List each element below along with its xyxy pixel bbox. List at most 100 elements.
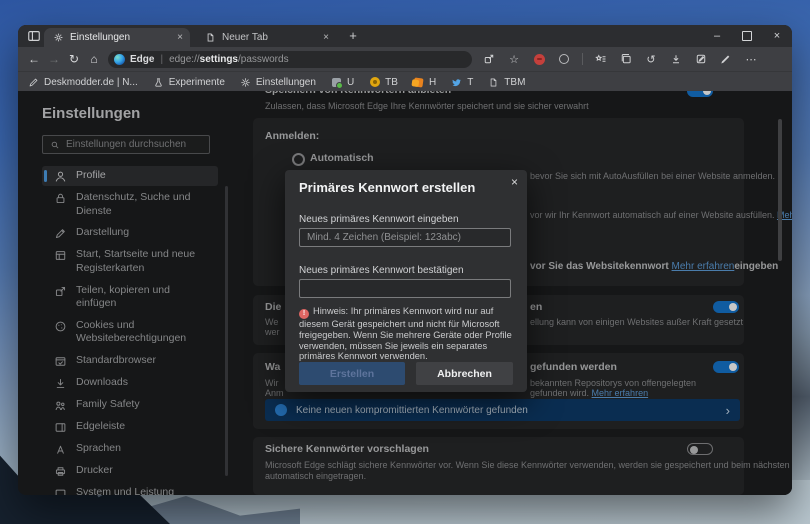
toolbar-divider [582,53,583,65]
dialog-title: Primäres Kennwort erstellen [299,180,476,195]
sidebar-item-downloads[interactable]: Downloads [42,373,218,393]
share-icon[interactable] [480,50,498,68]
hint-text: Hinweis: Ihr primäres Kennwort wird nur … [299,306,512,362]
tab-close-icon[interactable]: × [172,32,188,43]
bookmark-item[interactable]: Deskmodder.de | N... [28,77,138,88]
history-icon[interactable]: ↺ [642,50,660,68]
tab-close-icon[interactable]: × [318,32,334,43]
radio-automatisch[interactable] [292,153,305,166]
edgebar-icon [54,421,67,434]
family-icon [54,399,67,412]
bookmark-item[interactable]: T [451,77,473,88]
edge-logo-icon [114,53,125,65]
search-placeholder: Einstellungen durchsuchen [66,139,187,150]
downloads-icon [54,377,67,390]
bookmark-item[interactable]: U [331,76,355,89]
extension-red-icon[interactable] [530,50,548,68]
confirm-password-input[interactable] [299,279,511,298]
bookmark-item[interactable]: H [413,77,436,88]
url-section: settings [199,53,238,65]
bookmark-label: U [346,76,355,88]
save-passwords-toggle[interactable] [687,91,713,97]
sidebar-item-edgeleiste[interactable]: Edgeleiste [42,417,218,437]
mehr-erfahren-link[interactable]: Mehr erfahren [592,388,649,398]
sidebar-item-label: Downloads [76,376,128,389]
error-info-icon: ! [299,309,309,319]
default-browser-icon [54,355,67,368]
suggest-passwords-toggle[interactable] [687,443,713,455]
bookmark-item[interactable]: TBM [488,77,525,88]
tab-einstellungen[interactable]: Einstellungen × [44,28,190,47]
sidebar-item-teilen-kopieren-und-einf-gen[interactable]: Teilen, kopieren und einfügen [42,281,218,314]
bookmark-item[interactable]: Einstellungen [240,77,316,88]
search-icon [51,141,59,148]
person-icon [54,170,67,183]
downloads-icon[interactable] [667,50,685,68]
gear-icon [240,77,251,88]
suggest-desc1: Microsoft Edge schlägt sichere Kennwörte… [265,460,792,470]
pen-tool-icon[interactable] [717,50,735,68]
extension-swirl-icon[interactable] [555,50,573,68]
sidebar-item-system-und-leistung[interactable]: System und Leistung [42,483,218,495]
close-button[interactable]: × [762,25,792,47]
new-password-input[interactable]: Mind. 4 Zeichen (Beispiel: 123abc) [299,228,511,247]
page-icon [488,77,499,88]
sidebar-item-label: Start, Startseite und neue Registerkarte… [76,248,196,274]
sidebar-item-profile[interactable]: Profile [42,166,218,186]
info-circle-icon [275,404,287,416]
mehr-erfahren-link[interactable]: Mehr erfahren [672,261,735,272]
minimize-button[interactable]: – [702,25,732,47]
search-input[interactable]: Einstellungen durchsuchen [42,135,210,154]
show-password-toggle[interactable] [713,301,739,313]
address-bar[interactable]: Edge | edge://settings/passwords [108,50,472,68]
sidebar-item-drucker[interactable]: Drucker [42,461,218,481]
suggest-desc2: automatisch eingetragen. [265,471,367,481]
no-compromised-passwords-banner[interactable]: Keine neuen kompromittierten Kennwörter … [265,399,740,421]
sidebar-item-family-safety[interactable]: Family Safety [42,395,218,415]
favorites-icon[interactable]: ☆ [505,50,523,68]
forward-icon[interactable]: → [44,49,64,69]
flask-icon [153,77,164,88]
site-brand: Edge [130,53,155,65]
tab-workspaces-icon[interactable] [27,29,41,43]
collections-icon[interactable] [617,50,635,68]
sidebar-item-label: Standardbrowser [76,354,156,367]
sidebar-item-label: Cookies und Websiteberechtigungen [76,318,187,345]
appearance-icon [54,227,67,240]
anmelden-label: Anmelden: [265,130,320,142]
sidebar-scrollbar[interactable] [225,186,228,476]
show-password-desc-right: ellung kann von einigen Websites außer K… [530,317,743,327]
pen-icon [28,77,39,88]
sidebar-item-darstellung[interactable]: Darstellung [42,223,218,243]
leak-desc-left2: Anm [265,388,284,398]
browser-toolbar: ← → ↻ ⌂ Edge | edge://settings/passwords… [18,47,792,71]
bookmarks-bar: Deskmodder.de | N... Experimente Einstellu… [18,71,792,92]
reload-icon[interactable]: ↻ [64,49,84,69]
share-copy-icon [54,285,67,298]
notes-icon[interactable] [692,50,710,68]
bookmark-item[interactable]: TB [369,77,398,88]
show-password-desc-left2: wer [265,327,280,337]
sidebar-item-start-startseite-und-neue-registerkarten[interactable]: Start, Startseite und neue Registerkarte… [42,245,218,278]
sidebar-item-cookies-und-websiteberechtigungen[interactable]: Cookies und Websiteberechtigungen [42,316,218,349]
more-icon[interactable]: ⋯ [742,50,760,68]
title-bar[interactable]: Einstellungen × Neuer Tab × + – × [18,25,792,47]
sidebar-item-standardbrowser[interactable]: Standardbrowser [42,351,218,371]
favorites-bar-icon[interactable] [592,50,610,68]
create-button[interactable]: Erstellen [299,362,405,385]
sidebar-item-sprachen[interactable]: Sprachen [42,439,218,459]
tab-neuer-tab[interactable]: Neuer Tab × [196,28,336,47]
dialog-close-icon[interactable]: × [511,175,518,189]
cookies-icon [54,320,67,333]
content-scrollbar[interactable] [778,119,782,261]
sidebar-item-datenschutz-suche-und-dienste[interactable]: Datenschutz, Suche und Dienste [42,188,218,221]
back-icon[interactable]: ← [24,49,44,69]
bookmark-item[interactable]: Experimente [153,77,225,88]
home-icon[interactable]: ⌂ [84,49,104,69]
cancel-button[interactable]: Abbrechen [416,362,513,385]
new-tab-button[interactable]: + [344,27,362,45]
sidebar-item-label: Edgeleiste [76,420,126,433]
maximize-button[interactable] [732,25,762,47]
sidebar-item-label: Family Safety [76,398,140,411]
leak-warning-toggle[interactable] [713,361,739,373]
